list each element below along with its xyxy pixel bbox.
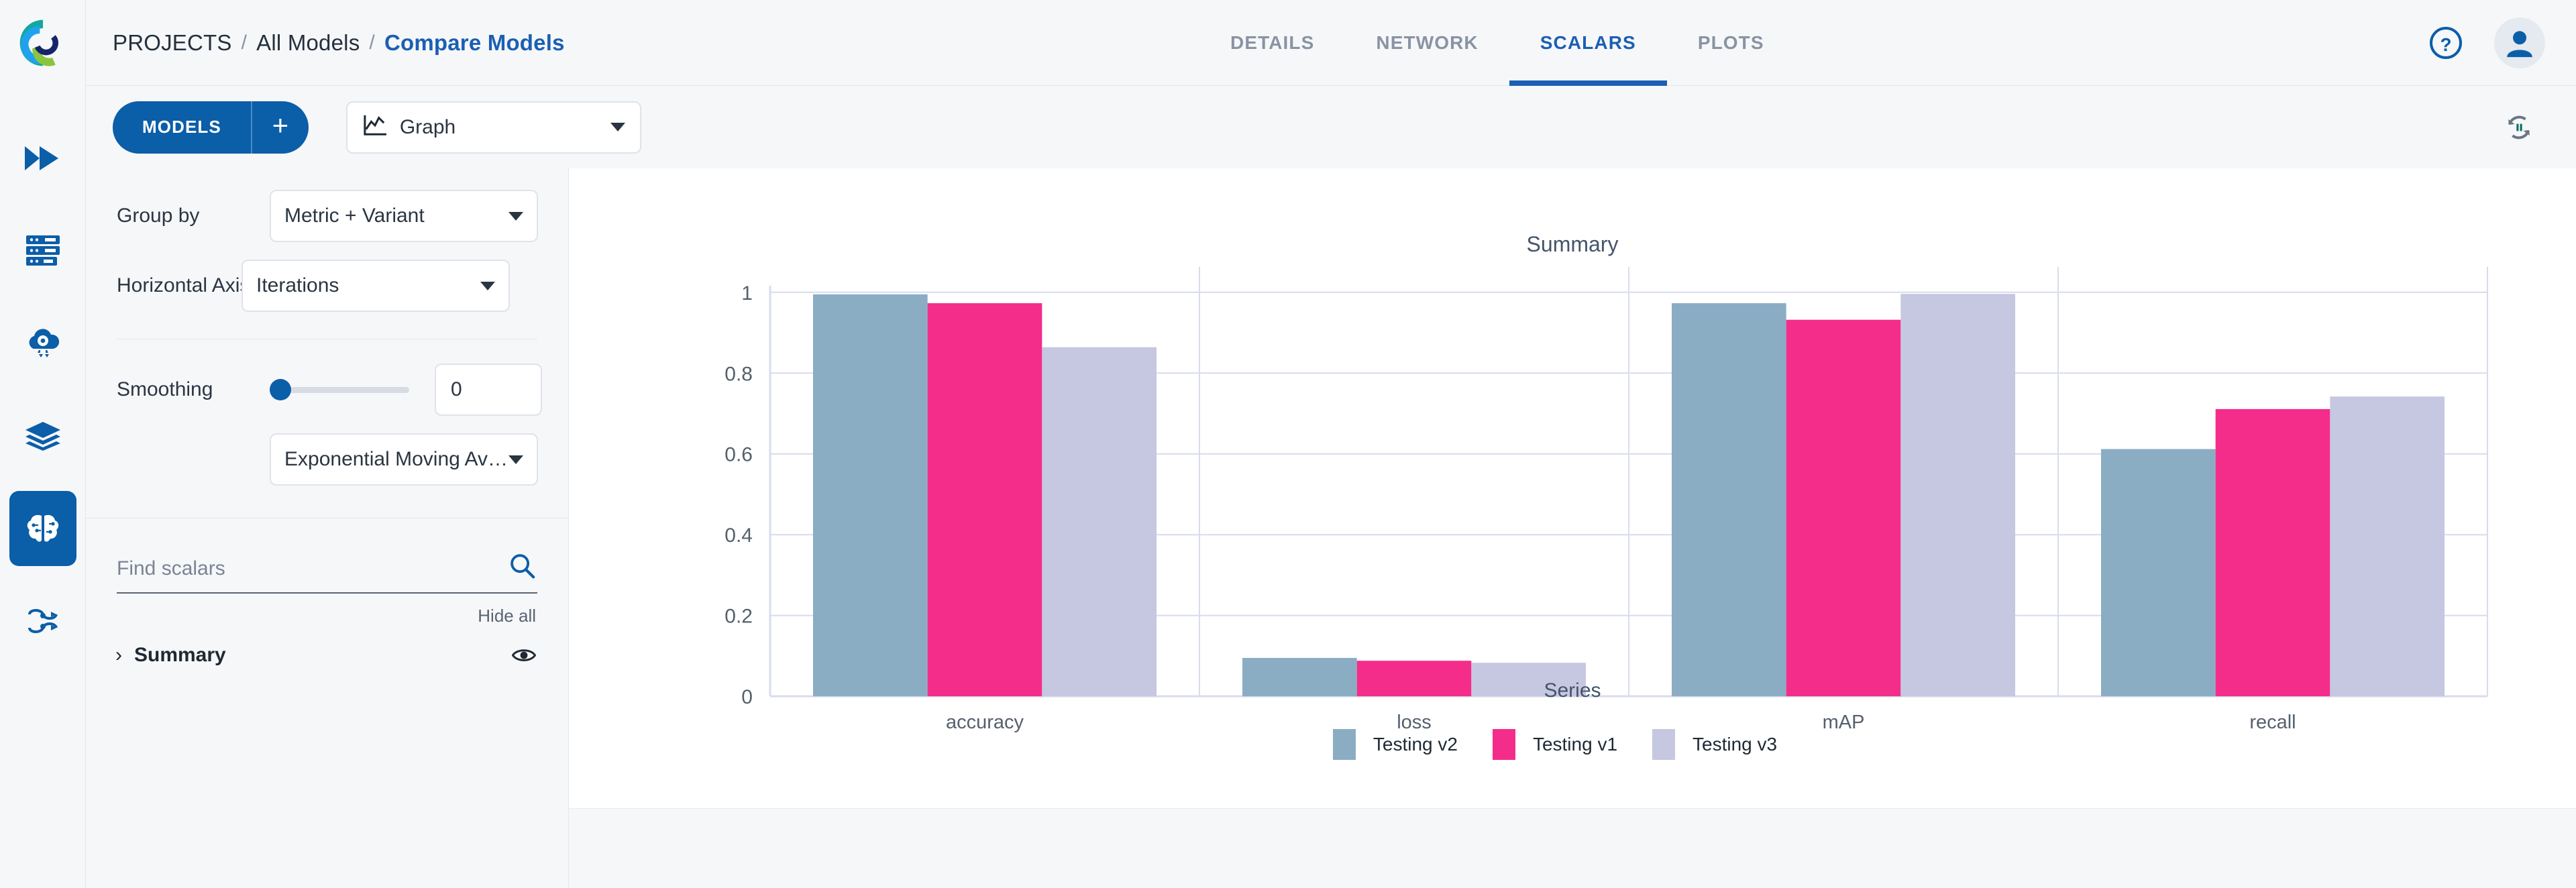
y-tick-label: 1 <box>741 282 753 304</box>
breadcrumb-projects[interactable]: PROJECTS <box>113 30 232 56</box>
tab-details[interactable]: DETAILS <box>1199 0 1345 86</box>
refresh-pause-icon[interactable] <box>2504 112 2534 143</box>
header-actions: ? <box>2428 0 2545 86</box>
bar-accuracy-testing-v2[interactable] <box>813 294 928 697</box>
app-header: PROJECTS / All Models / Compare Models D… <box>86 0 2576 86</box>
chart-xlabel: Series <box>1544 679 1601 702</box>
bar-accuracy-testing-v3[interactable] <box>1042 347 1157 697</box>
horizontal-axis-value: Iterations <box>256 274 339 296</box>
legend-swatch <box>1652 729 1676 760</box>
y-tick-label: 0.8 <box>724 363 753 385</box>
legend-label: Testing v3 <box>1693 734 1778 755</box>
horizontal-axis-row: Horizontal Axis Iterations <box>86 260 568 312</box>
svg-text:?: ? <box>2440 34 2451 55</box>
smoothing-slider-thumb[interactable] <box>270 379 291 400</box>
chevron-down-icon <box>508 455 523 464</box>
chart-legend: Testing v2 Testing v1 Testing v3 <box>569 729 2576 760</box>
bar-accuracy-testing-v1[interactable] <box>927 303 1042 697</box>
sidebar-item-datasets[interactable] <box>9 213 76 288</box>
tab-plots[interactable]: PLOTS <box>1667 0 1795 86</box>
hide-all-button[interactable]: Hide all <box>86 606 536 626</box>
breadcrumb-all-models[interactable]: All Models <box>256 30 360 56</box>
line-chart-icon <box>362 114 388 140</box>
header-tabs: DETAILS NETWORK SCALARS PLOTS <box>1199 0 1795 86</box>
models-button[interactable]: MODELS <box>113 101 251 154</box>
group-by-row: Group by Metric + Variant <box>86 190 568 242</box>
horizontal-axis-label: Horizontal Axis <box>117 274 250 296</box>
breadcrumb-compare-models: Compare Models <box>384 30 565 55</box>
legend-swatch <box>1332 729 1356 760</box>
summary-chart-card: Summary 0 0.2 0.4 0.6 0.8 1 accuracy loss mAP rec… <box>569 168 2576 809</box>
graph-type-select[interactable]: Graph <box>345 101 641 154</box>
legend-item-testing-v1[interactable]: Testing v1 <box>1492 729 1618 760</box>
tab-scalars[interactable]: SCALARS <box>1509 0 1667 86</box>
breadcrumb-separator: / <box>241 31 248 54</box>
y-tick-label: 0.2 <box>724 606 753 628</box>
bar-mAP-testing-v1[interactable] <box>1786 319 1901 697</box>
bar-recall-testing-v2[interactable] <box>2101 449 2216 697</box>
legend-item-testing-v2[interactable]: Testing v2 <box>1332 729 1458 760</box>
bar-mAP-testing-v2[interactable] <box>1672 303 1786 697</box>
chevron-down-icon <box>610 123 625 131</box>
app-root: PROJECTS / All Models / Compare Models D… <box>0 0 2576 888</box>
group-by-label: Group by <box>117 205 200 227</box>
chevron-down-icon <box>480 281 495 290</box>
find-scalars-wrap <box>117 545 537 594</box>
eye-icon[interactable] <box>512 647 536 664</box>
models-button-group: MODELS + <box>113 101 309 154</box>
smoothing-slider[interactable] <box>270 364 409 416</box>
smoothing-algorithm-row: Exponential Moving Av… <box>86 433 568 486</box>
add-model-button[interactable]: + <box>250 101 309 154</box>
legend-label: Testing v2 <box>1373 734 1458 755</box>
breadcrumb: PROJECTS / All Models / Compare Models <box>113 30 565 56</box>
layers-icon <box>25 422 60 451</box>
graph-type-value: Graph <box>399 115 456 138</box>
tab-network[interactable]: NETWORK <box>1345 0 1509 86</box>
smoothing-value-input[interactable] <box>435 364 542 416</box>
bar-recall-testing-v1[interactable] <box>2215 408 2330 697</box>
sidebar-item-models[interactable] <box>9 491 76 566</box>
sidebar-item-reports[interactable] <box>9 584 76 659</box>
horizontal-axis-select[interactable]: Iterations <box>241 260 510 312</box>
breadcrumb-separator: / <box>369 31 375 54</box>
brain-icon <box>27 514 58 542</box>
smoothing-algorithm-select[interactable]: Exponential Moving Av… <box>270 433 538 486</box>
sidebar-item-orchestration[interactable] <box>9 306 76 381</box>
legend-label: Testing v1 <box>1532 734 1618 755</box>
sidebar-item-pipelines[interactable] <box>9 121 76 196</box>
bar-mAP-testing-v3[interactable] <box>1900 294 2015 697</box>
cloud-gear-icon <box>29 329 59 357</box>
user-avatar-icon[interactable] <box>2494 17 2545 68</box>
smoothing-label: Smoothing <box>117 378 213 400</box>
group-by-select[interactable]: Metric + Variant <box>270 190 538 242</box>
smoothing-algorithm-value: Exponential Moving Av… <box>284 448 508 470</box>
server-stack-icon <box>25 235 60 266</box>
pipelines-play-icon <box>24 146 58 170</box>
clearml-c-logo-icon[interactable] <box>0 0 86 86</box>
scalar-group-summary[interactable]: › Summary <box>115 644 536 667</box>
scalars-settings-panel: Group by Metric + Variant Horizontal Axi… <box>86 168 569 888</box>
summary-bar-chart[interactable]: 00.20.40.60.81accuracy loss mAP recall <box>569 168 2576 808</box>
search-icon[interactable] <box>508 552 536 584</box>
bar-recall-testing-v3[interactable] <box>2330 396 2445 697</box>
sidebar-item-dataviews[interactable] <box>9 398 76 474</box>
chevron-right-icon: › <box>115 644 122 666</box>
left-icon-rail <box>0 0 86 888</box>
legend-swatch <box>1492 729 1515 760</box>
legend-item-testing-v3[interactable]: Testing v3 <box>1652 729 1777 760</box>
smoothing-row: Smoothing <box>86 364 568 416</box>
scalar-group-label: Summary <box>134 644 226 666</box>
y-tick-label: 0.6 <box>724 444 753 466</box>
chevron-down-icon <box>508 211 523 221</box>
y-tick-label: 0.4 <box>724 524 753 547</box>
group-by-value: Metric + Variant <box>284 205 425 227</box>
toolbar: MODELS + Graph <box>86 86 2576 168</box>
workflow-nodes-icon <box>28 609 58 633</box>
search-input[interactable] <box>117 545 537 594</box>
question-circle-icon[interactable]: ? <box>2428 25 2463 60</box>
